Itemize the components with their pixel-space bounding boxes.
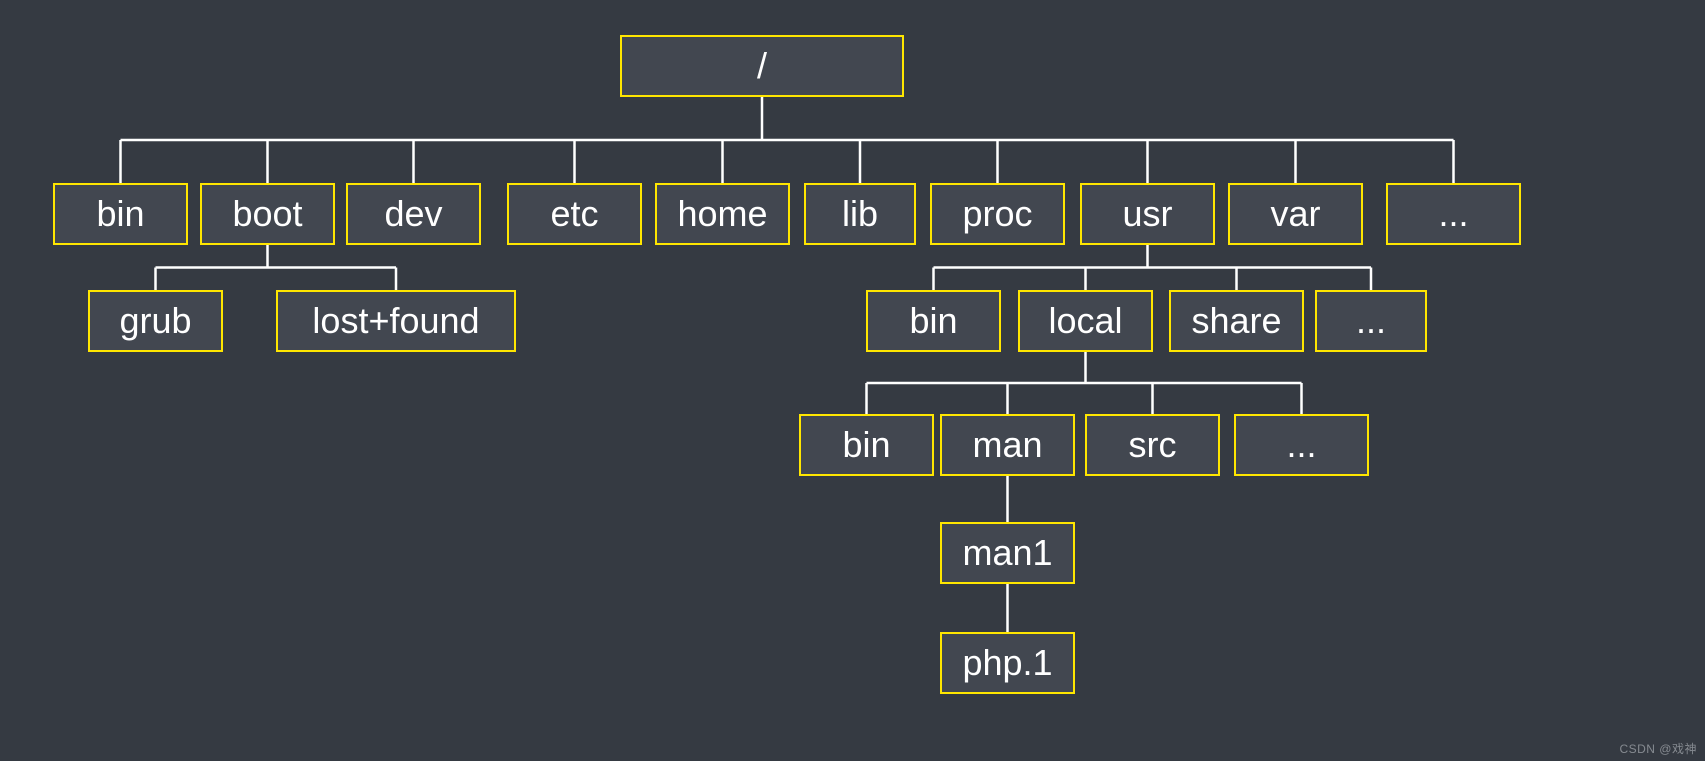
node-usr_more: ... xyxy=(1315,290,1427,352)
node-var: var xyxy=(1228,183,1363,245)
node-more1: ... xyxy=(1386,183,1521,245)
node-lib: lib xyxy=(804,183,916,245)
node-man1: man1 xyxy=(940,522,1075,584)
node-usr_share: share xyxy=(1169,290,1304,352)
node-local_man: man xyxy=(940,414,1075,476)
node-usr_bin: bin xyxy=(866,290,1001,352)
node-etc: etc xyxy=(507,183,642,245)
watermark-text: CSDN @戏神 xyxy=(1619,740,1697,757)
node-local_more: ... xyxy=(1234,414,1369,476)
node-bin: bin xyxy=(53,183,188,245)
node-boot: boot xyxy=(200,183,335,245)
node-local_src: src xyxy=(1085,414,1220,476)
filesystem-tree-diagram: CSDN @戏神 /binbootdevetchomelibprocusrvar… xyxy=(0,0,1705,761)
node-usr_local: local xyxy=(1018,290,1153,352)
node-proc: proc xyxy=(930,183,1065,245)
node-usr: usr xyxy=(1080,183,1215,245)
connector-lines xyxy=(0,0,1705,761)
node-root: / xyxy=(620,35,904,97)
node-php1: php.1 xyxy=(940,632,1075,694)
node-home: home xyxy=(655,183,790,245)
node-local_bin: bin xyxy=(799,414,934,476)
node-dev: dev xyxy=(346,183,481,245)
node-grub: grub xyxy=(88,290,223,352)
node-lostfound: lost+found xyxy=(276,290,516,352)
